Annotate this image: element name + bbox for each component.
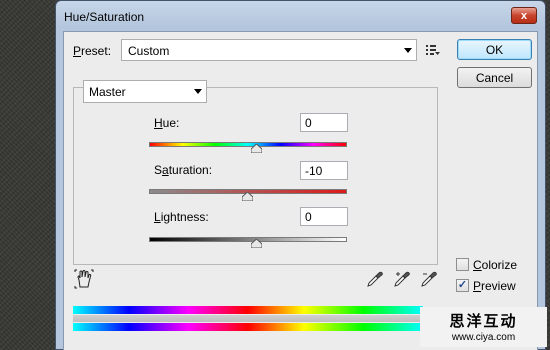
eyedropper-icon[interactable] [367, 271, 383, 287]
targeted-adjustment-hand-icon[interactable] [74, 269, 94, 289]
lightness-slider-track[interactable] [149, 237, 347, 242]
colorize-checkbox[interactable] [456, 258, 469, 271]
hue-slider-track[interactable] [149, 142, 347, 147]
hue-input[interactable]: 0 [300, 113, 348, 132]
result-color-bar [73, 323, 423, 331]
hue-slider-thumb[interactable] [251, 144, 262, 153]
close-button[interactable]: x [511, 7, 537, 24]
saturation-slider-thumb[interactable] [242, 192, 253, 201]
hue-label: Hue: [154, 116, 180, 130]
eyedropper-minus-icon[interactable] [421, 271, 437, 287]
lightness-slider-thumb[interactable] [251, 239, 262, 248]
source-color-bar [73, 306, 423, 314]
title-bar[interactable]: Hue/Saturation x [56, 1, 545, 31]
dialog-title: Hue/Saturation [64, 10, 145, 24]
colorize-label: Colorize [473, 258, 518, 272]
lightness-input[interactable]: 0 [300, 207, 348, 226]
chevron-down-icon [194, 89, 202, 94]
preset-value: Custom [128, 44, 170, 58]
dialog-body: Preset: Custom OK Cancel Master Hue: 0 S… [63, 31, 538, 350]
eyedropper-plus-icon[interactable] [394, 271, 410, 287]
saturation-label: Saturation: [154, 163, 213, 177]
watermark: 思洋互动 www.ciya.com [420, 307, 547, 347]
preview-checkbox[interactable]: ✓ [456, 279, 469, 292]
channel-dropdown[interactable]: Master [83, 80, 207, 103]
preset-dropdown[interactable]: Custom [121, 39, 417, 61]
range-selector-bar[interactable] [73, 315, 423, 322]
preset-menu-icon[interactable] [426, 44, 440, 56]
preview-label: Preview [473, 279, 516, 293]
lightness-label: Lightness: [154, 210, 209, 224]
preset-label: Preset: [73, 44, 112, 58]
saturation-input[interactable]: -10 [300, 161, 348, 180]
channel-value: Master [89, 85, 126, 99]
watermark-url: www.ciya.com [451, 332, 516, 343]
cancel-button[interactable]: Cancel [457, 67, 532, 88]
hue-saturation-dialog: Hue/Saturation x Preset: Custom OK Cance… [55, 0, 546, 350]
chevron-down-icon [404, 48, 412, 53]
close-icon: x [520, 9, 528, 22]
watermark-title: 思洋互动 [449, 312, 518, 330]
ok-button[interactable]: OK [457, 39, 532, 60]
